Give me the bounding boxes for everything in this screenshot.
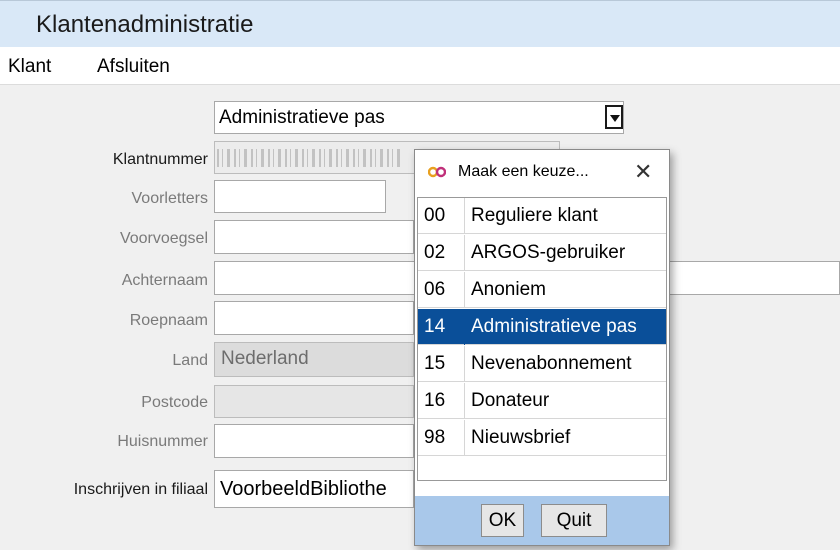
roepnaam-input[interactable] [214, 301, 414, 335]
roepnaam-label: Roepnaam [129, 312, 208, 329]
achternaam-label: Achternaam [121, 272, 208, 289]
voorletters-input[interactable] [214, 180, 386, 213]
option-name: Administratieve pas [471, 316, 637, 337]
customer-type-value: Administratieve pas [219, 107, 385, 128]
barcode-image [217, 149, 403, 167]
option-code: 14 [424, 316, 446, 337]
postcode-input[interactable] [214, 385, 414, 418]
voorletters-label: Voorletters [131, 190, 208, 207]
huisnummer-label: Huisnummer [117, 433, 208, 450]
option-code: 02 [424, 242, 446, 263]
filiaal-label: Inschrijven in filiaal [73, 481, 208, 498]
option-name: Nieuwsbrief [471, 427, 571, 448]
dropdown-arrow-icon[interactable] [605, 105, 623, 129]
option-code: 06 [424, 279, 446, 300]
land-value: Nederland [221, 348, 309, 369]
quit-button[interactable]: Quit [541, 504, 607, 537]
dialog-title: Maak een keuze... [458, 163, 589, 180]
customer-type-select[interactable]: Administratieve pas [214, 101, 624, 134]
voorvoegsel-label: Voorvoegsel [119, 230, 208, 247]
option-code: 98 [424, 427, 446, 448]
list-item[interactable]: 16 Donateur [418, 383, 666, 419]
option-name: Anoniem [471, 279, 546, 300]
filiaal-value: VoorbeeldBibliothe [220, 478, 387, 500]
dialog-header: Maak een keuze... ✕ [415, 150, 669, 194]
land-select[interactable]: Nederland [214, 342, 414, 377]
app-logo-icon [428, 166, 446, 178]
choice-list[interactable]: 00 Reguliere klant 02 ARGOS-gebruiker 06… [417, 197, 667, 481]
option-code: 00 [424, 205, 446, 226]
title-bar: Klantenadministratie [0, 0, 840, 47]
menu-bar: Klant Afsluiten [0, 47, 840, 85]
voorvoegsel-input[interactable] [214, 220, 414, 254]
land-label: Land [172, 352, 208, 369]
list-item[interactable]: 98 Nieuwsbrief [418, 420, 666, 456]
option-name: ARGOS-gebruiker [471, 242, 626, 263]
choice-dialog: Maak een keuze... ✕ 00 Reguliere klant 0… [414, 149, 670, 546]
ok-button[interactable]: OK [481, 504, 524, 537]
option-name: Donateur [471, 390, 550, 411]
option-name: Nevenabonnement [471, 353, 632, 374]
option-code: 16 [424, 390, 446, 411]
menu-klant[interactable]: Klant [8, 56, 51, 78]
dialog-footer: OK Quit [415, 496, 669, 545]
list-item[interactable]: 02 ARGOS-gebruiker [418, 235, 666, 271]
menu-afsluiten[interactable]: Afsluiten [97, 56, 170, 78]
list-item-selected[interactable]: 14 Administratieve pas [418, 309, 666, 345]
postcode-label: Postcode [141, 394, 208, 411]
option-code: 15 [424, 353, 446, 374]
huisnummer-input[interactable] [214, 424, 414, 458]
filiaal-select[interactable]: VoorbeeldBibliothe [214, 470, 414, 508]
close-icon[interactable]: ✕ [634, 159, 652, 185]
list-item[interactable]: 06 Anoniem [418, 272, 666, 308]
option-name: Reguliere klant [471, 205, 598, 226]
klantnummer-label: Klantnummer [112, 151, 208, 168]
list-item[interactable]: 00 Reguliere klant [418, 198, 666, 234]
list-item[interactable]: 15 Nevenabonnement [418, 346, 666, 382]
app-title: Klantenadministratie [36, 11, 254, 38]
